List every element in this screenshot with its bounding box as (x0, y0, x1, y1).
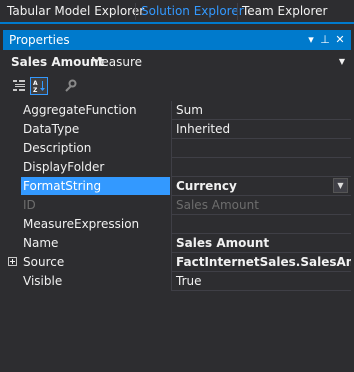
property-name: ID (23, 198, 36, 212)
selected-object-type: Measure (91, 55, 142, 69)
categorized-view-icon[interactable] (10, 77, 28, 95)
tab-tabular-model-explorer[interactable]: Tabular Model Explorer (7, 0, 144, 22)
property-row-measureexpression[interactable]: MeasureExpression (3, 215, 351, 234)
property-row-formatstring[interactable]: FormatString Currency ▼ (3, 177, 351, 196)
property-name: FormatString (21, 177, 170, 195)
tab-solution-explorer[interactable]: Solution Explorer (141, 0, 244, 22)
property-row-datatype[interactable]: DataType Inherited (3, 120, 351, 139)
properties-toolbar: A Z (3, 74, 351, 98)
property-grid: AggregateFunction Sum DataType Inherited… (3, 101, 351, 291)
property-value[interactable]: Currency (172, 177, 351, 195)
property-row-name[interactable]: Name Sales Amount (3, 234, 351, 253)
property-row-description[interactable]: Description (3, 139, 351, 158)
property-row-source[interactable]: Source FactInternetSales.SalesAmount (3, 253, 351, 272)
property-name: Description (23, 141, 92, 155)
property-name: DataType (23, 122, 80, 136)
chevron-down-icon[interactable]: ▼ (333, 178, 348, 193)
pin-icon[interactable]: ⊥ (319, 30, 331, 50)
property-value: Sales Amount (176, 198, 259, 212)
property-value[interactable]: Sales Amount (172, 234, 351, 252)
property-value[interactable] (172, 158, 351, 176)
svg-text:Z: Z (33, 87, 38, 94)
property-row-visible[interactable]: Visible True (3, 272, 351, 291)
tab-separator (135, 3, 136, 20)
close-icon[interactable]: ✕ (334, 30, 346, 50)
object-selector[interactable]: Sales Amount Measure ▼ (3, 51, 351, 73)
chevron-down-icon[interactable]: ▼ (339, 51, 345, 73)
property-name: Source (23, 255, 65, 269)
property-row-aggregatefunction[interactable]: AggregateFunction Sum (3, 101, 351, 120)
alphabetical-sort-icon[interactable]: A Z (30, 77, 48, 95)
property-name: MeasureExpression (23, 217, 140, 231)
property-value[interactable]: True (172, 272, 351, 290)
panel-title: Properties (9, 33, 70, 47)
property-value[interactable]: Inherited (172, 120, 351, 138)
property-name: Name (23, 236, 59, 250)
property-value[interactable]: FactInternetSales.SalesAmount (172, 253, 351, 271)
wrench-icon[interactable] (61, 77, 79, 95)
property-row-displayfolder[interactable]: DisplayFolder (3, 158, 351, 177)
svg-text:A: A (33, 80, 38, 87)
active-tab-underline (0, 22, 354, 24)
property-value[interactable]: Sum (172, 101, 351, 119)
tab-team-explorer[interactable]: Team Explorer (242, 0, 328, 22)
property-name: Visible (23, 274, 63, 288)
property-row-id[interactable]: ID Sales Amount (3, 196, 351, 215)
window-position-dropdown-icon[interactable]: ▾ (305, 30, 317, 50)
properties-title-bar: Properties ▾ ⊥ ✕ (3, 30, 351, 50)
property-value[interactable] (172, 215, 351, 233)
property-name: AggregateFunction (23, 103, 137, 117)
document-tab-strip: Tabular Model Explorer Solution Explorer… (0, 0, 354, 22)
property-value[interactable] (172, 139, 351, 157)
expand-plus-icon[interactable] (8, 257, 17, 266)
property-name: DisplayFolder (23, 160, 105, 174)
tab-separator (237, 3, 238, 20)
